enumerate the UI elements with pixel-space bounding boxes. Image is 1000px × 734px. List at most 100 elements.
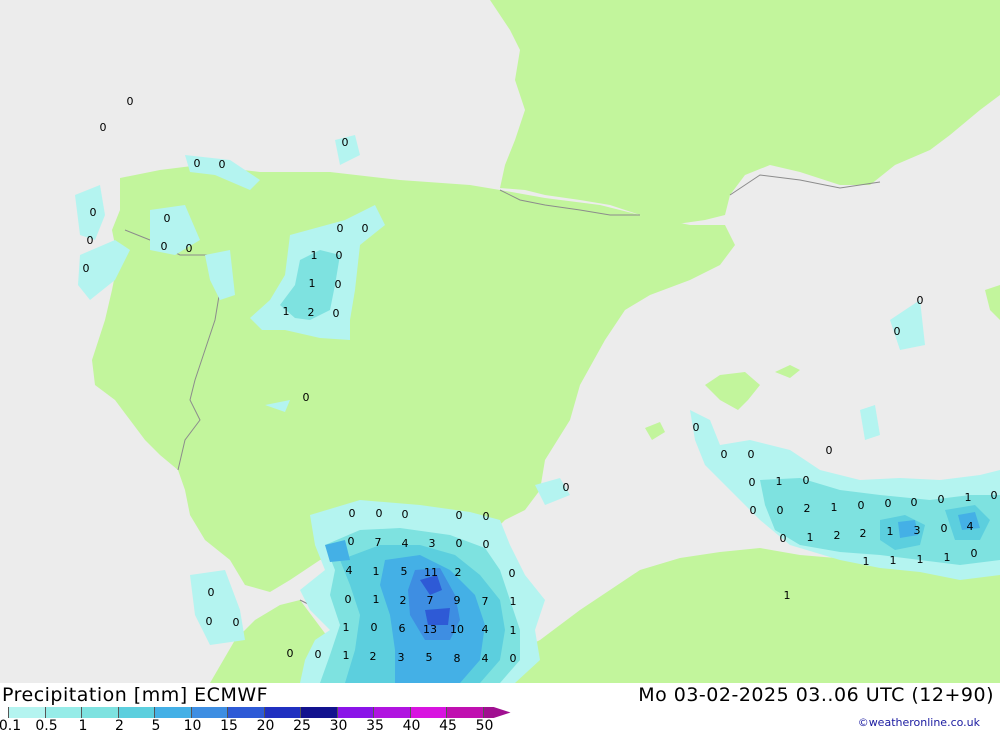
- precip-value-label: 2: [370, 650, 377, 663]
- legend-swatch: [117, 707, 154, 718]
- precip-value-label: 2: [860, 527, 867, 540]
- precip-value-label: 1: [944, 551, 951, 564]
- color-legend: 0.1 0.5 1 2 5 10 15 20 25 30 35 40 45 50: [0, 707, 528, 734]
- precip-value-label: 5: [426, 651, 433, 664]
- legend-tick-label: 45: [439, 718, 457, 734]
- precip-value-label: 8: [454, 652, 461, 665]
- precip-value-label: 7: [427, 594, 434, 607]
- precip-value-label: 0: [287, 647, 294, 660]
- precip-value-label: 3: [398, 651, 405, 664]
- precip-value-label: 1: [510, 624, 517, 637]
- legend-swatch: [336, 707, 373, 718]
- precip-value-label: 1: [890, 554, 897, 567]
- legend-swatch: [8, 707, 45, 718]
- legend-swatch: [81, 707, 118, 718]
- legend-tick-label: 50: [475, 718, 494, 734]
- precip-value-label: 0: [456, 509, 463, 522]
- precip-value-label: 0: [803, 474, 810, 487]
- precip-value-label: 1: [373, 565, 380, 578]
- precip-value-label: 0: [938, 493, 945, 506]
- precip-value-label: 3: [914, 524, 921, 537]
- precip-value-label: 0: [749, 476, 756, 489]
- precip-value-label: 1: [831, 501, 838, 514]
- legend-swatch: [227, 707, 264, 718]
- precip-value-label: 1: [373, 593, 380, 606]
- precipitation-map: 0 0 0 0 0 0 0 0 0 0 0 0 0 1 0 1 0 1 2 0 0 0 0 0 0 0 0 0 7 4 3 0 0 4 1 5 11 2 0…: [0, 0, 1000, 683]
- credit-link[interactable]: ©weatheronline.co.uk: [858, 716, 980, 729]
- precip-value-label: 0: [315, 648, 322, 661]
- precip-value-label: 3: [429, 537, 436, 550]
- precip-value-label: 1: [309, 277, 316, 290]
- legend-swatch: [446, 707, 483, 718]
- precip-value-label: 1: [343, 621, 350, 634]
- precip-value-label: 0: [826, 444, 833, 457]
- precip-value-label: 0: [345, 593, 352, 606]
- precip-value-label: 0: [693, 421, 700, 434]
- precip-value-label: 0: [483, 510, 490, 523]
- legend-swatch: [154, 707, 191, 718]
- precip-value-label: 10: [450, 623, 464, 636]
- legend-tick-label: 35: [366, 718, 384, 734]
- legend-tick-label: 15: [220, 718, 238, 734]
- precip-value-label: 1: [784, 589, 791, 602]
- precip-value-label: 0: [349, 507, 356, 520]
- legend-swatch: [190, 707, 227, 718]
- precip-value-label: 0: [563, 481, 570, 494]
- precip-value-label: 1: [776, 475, 783, 488]
- precip-value-label: 4: [967, 520, 974, 533]
- legend-tick-label: 10: [183, 718, 202, 734]
- precip-value-label: 0: [83, 262, 90, 275]
- precip-value-label: 0: [186, 242, 193, 255]
- precip-value-label: 4: [482, 623, 489, 636]
- legend-swatch: [263, 707, 300, 718]
- precip-value-label: 0: [894, 325, 901, 338]
- precip-value-label: 0: [194, 157, 201, 170]
- precip-value-label: 2: [804, 502, 811, 515]
- legend-swatch: [44, 707, 81, 718]
- precip-value-label: 0: [402, 508, 409, 521]
- precip-value-label: 0: [336, 249, 343, 262]
- precip-value-label: 0: [161, 240, 168, 253]
- precip-value-label: 0: [941, 522, 948, 535]
- precip-value-label: 7: [482, 595, 489, 608]
- precip-value-label: 4: [346, 564, 353, 577]
- precip-value-label: 5: [401, 565, 408, 578]
- precip-value-label: 1: [807, 531, 814, 544]
- legend-tick-label: 1: [78, 718, 88, 734]
- precip-value-label: 0: [376, 507, 383, 520]
- precip-value-label: 6: [399, 622, 406, 635]
- precip-value-label: 4: [482, 652, 489, 665]
- precip-value-label: 1: [510, 595, 517, 608]
- precip-value-label: 0: [362, 222, 369, 235]
- legend-tick-label: 25: [293, 718, 311, 734]
- precip-value-label: 0: [509, 567, 516, 580]
- precip-value-label: 0: [780, 532, 787, 545]
- precip-value-label: 0: [100, 121, 107, 134]
- precip-value-label: 9: [454, 594, 461, 607]
- precip-value-label: 0: [911, 496, 918, 509]
- legend-tick-label: 5: [151, 718, 161, 734]
- precip-value-label: 1: [283, 305, 290, 318]
- legend-swatch: [373, 707, 410, 718]
- precip-value-label: 2: [834, 529, 841, 542]
- precip-value-label: 13: [423, 623, 437, 636]
- precip-value-label: 0: [991, 489, 998, 502]
- precip-value-label: 0: [721, 448, 728, 461]
- precip-value-label: 0: [917, 294, 924, 307]
- precip-value-label: 2: [455, 566, 462, 579]
- precip-value-label: 0: [348, 535, 355, 548]
- precip-value-label: 0: [858, 499, 865, 512]
- precip-value-label: 0: [335, 278, 342, 291]
- legend-tick-label: 30: [329, 718, 348, 734]
- precip-value-label: 1: [863, 555, 870, 568]
- legend-tick-label: 20: [256, 718, 275, 734]
- precip-value-label: 7: [375, 536, 382, 549]
- legend-tick-label: 40: [402, 718, 421, 734]
- precip-value-label: 0: [164, 212, 171, 225]
- precip-value-label: 0: [342, 136, 349, 149]
- legend-swatch: [409, 707, 446, 718]
- forecast-datetime: Mo 03-02-2025 03..06 UTC (12+90): [638, 684, 994, 706]
- precip-value-label: 0: [206, 615, 213, 628]
- precip-value-label: 0: [90, 206, 97, 219]
- precip-value-label: 0: [127, 95, 134, 108]
